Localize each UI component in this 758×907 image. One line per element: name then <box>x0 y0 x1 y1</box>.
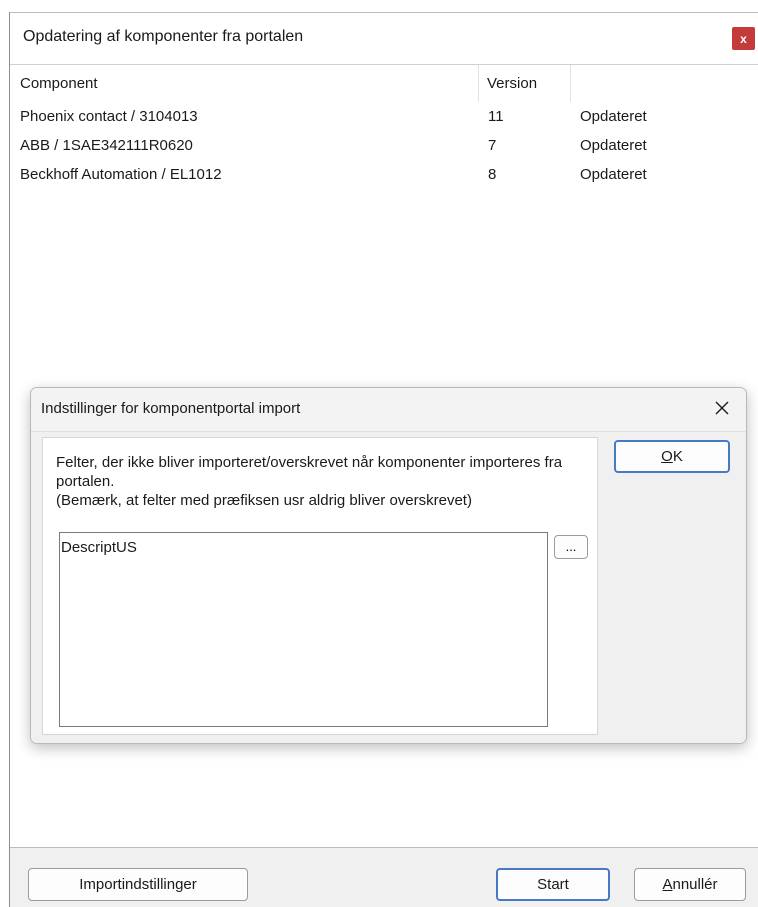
import-settings-dialog: Indstillinger for komponentportal import… <box>30 387 747 744</box>
dialog-titlebar[interactable]: Indstillinger for komponentportal import <box>31 388 746 432</box>
column-header-status[interactable] <box>571 65 758 102</box>
row-status: Opdateret <box>580 166 647 183</box>
row-status: Opdateret <box>580 137 647 154</box>
settings-group: Felter, der ikke bliver importeret/overs… <box>42 437 598 735</box>
window-titlebar[interactable]: Opdatering af komponenter fra portalen x <box>10 13 758 64</box>
cancel-label-rest: nnullér <box>672 876 718 893</box>
dialog-description: Felter, der ikke bliver importeret/overs… <box>56 453 586 510</box>
table-row[interactable]: Phoenix contact / 3104013 11 Opdateret <box>10 103 758 132</box>
row-component: Beckhoff Automation / EL1012 <box>20 166 222 183</box>
excluded-fields-list[interactable]: DescriptUS <box>59 532 548 727</box>
table-row[interactable]: Beckhoff Automation / EL1012 8 Opdateret <box>10 161 758 190</box>
dialog-close-icon[interactable] <box>710 396 734 420</box>
table-row[interactable]: ABB / 1SAE342111R0620 7 Opdateret <box>10 132 758 161</box>
description-line-1: Felter, der ikke bliver importeret/overs… <box>56 454 563 490</box>
dialog-body: Felter, der ikke bliver importeret/overs… <box>31 432 746 743</box>
button-bar: Importindstillinger Start Annullér <box>10 848 758 907</box>
cancel-button[interactable]: Annullér <box>634 868 746 901</box>
import-settings-button[interactable]: Importindstillinger <box>28 868 248 901</box>
row-version: 7 <box>488 137 497 154</box>
description-line-2: (Bemærk, at felter med præfiksen usr ald… <box>56 492 472 509</box>
row-component: ABB / 1SAE342111R0620 <box>20 137 193 154</box>
row-component: Phoenix contact / 3104013 <box>20 108 198 125</box>
row-status: Opdateret <box>580 108 647 125</box>
start-button[interactable]: Start <box>496 868 610 901</box>
ok-label-rest: K <box>672 448 683 465</box>
dialog-title: Indstillinger for komponentportal import <box>41 400 301 417</box>
row-version: 8 <box>488 166 497 183</box>
ok-label-first: O <box>661 448 673 465</box>
ok-button[interactable]: OK <box>614 440 730 473</box>
column-header-component[interactable]: Component <box>10 65 479 102</box>
window-close-button[interactable]: x <box>732 27 755 50</box>
window-title: Opdatering af komponenter fra portalen <box>23 28 304 45</box>
browse-fields-button[interactable]: ... <box>554 535 588 559</box>
cancel-label-first: A <box>662 876 673 893</box>
row-version: 11 <box>488 108 504 125</box>
column-header-version[interactable]: Version <box>479 65 571 102</box>
